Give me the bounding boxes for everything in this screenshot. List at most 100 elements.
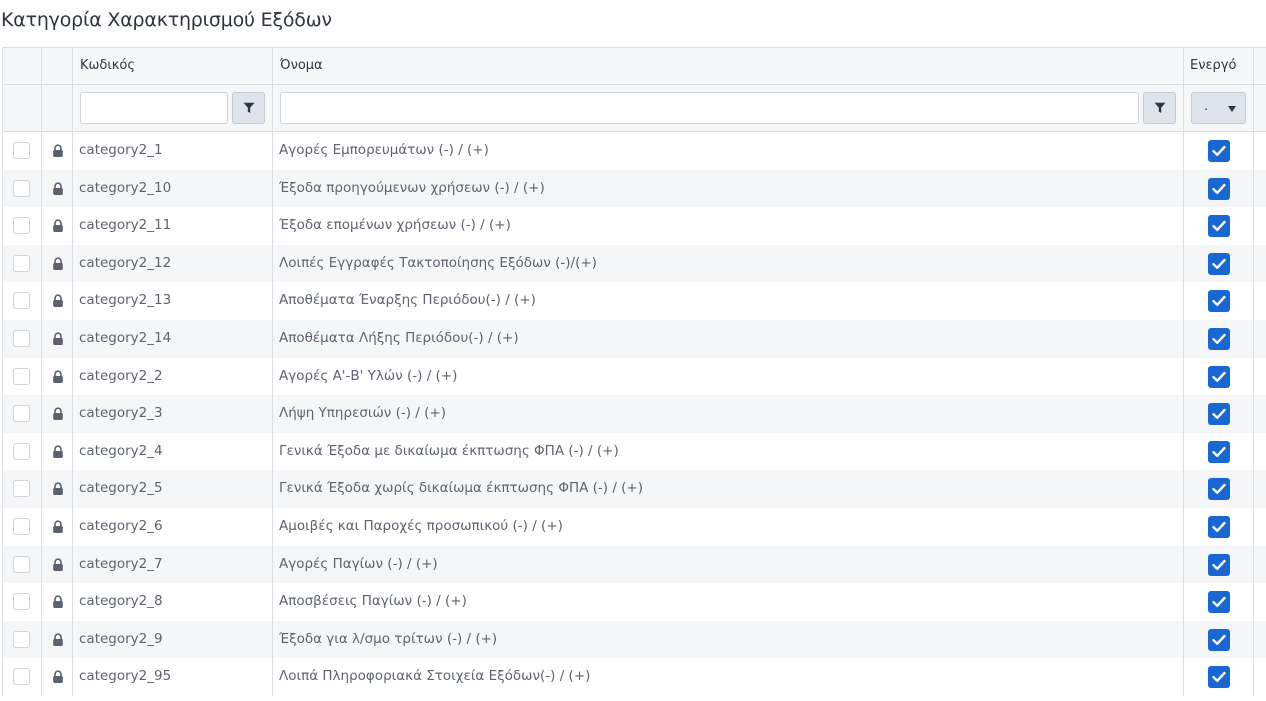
row-select-checkbox[interactable] xyxy=(13,668,30,686)
active-checkbox[interactable] xyxy=(1208,252,1230,275)
table-row[interactable]: category2_8 Αποσβέσεις Παγίων (-) / (+) xyxy=(3,583,1266,621)
row-select-checkbox[interactable] xyxy=(13,217,30,235)
row-name: Έξοδα επομένων χρήσεων (-) / (+) xyxy=(273,207,1184,245)
row-lock-cell xyxy=(42,658,73,696)
active-checkbox[interactable] xyxy=(1208,177,1230,200)
filter-lock-cell xyxy=(42,85,73,131)
row-lock-cell xyxy=(42,470,73,508)
row-name: Αμοιβές και Παροχές προσωπικού (-) / (+) xyxy=(273,507,1184,546)
row-select-checkbox[interactable] xyxy=(13,593,30,611)
active-checkbox[interactable] xyxy=(1208,403,1230,426)
active-filter-dropdown[interactable]: . xyxy=(1191,92,1246,124)
lock-icon xyxy=(53,482,63,496)
table-row[interactable]: category2_14 Αποθέματα Λήξης Περιόδου(-) … xyxy=(3,319,1266,358)
row-lock-cell xyxy=(42,583,73,621)
table-row[interactable]: category2_95 Λοιπά Πληροφοριακά Στοιχεία … xyxy=(3,658,1266,696)
row-select-checkbox[interactable] xyxy=(13,142,30,159)
row-select-checkbox[interactable] xyxy=(13,179,30,197)
active-checkbox[interactable] xyxy=(1208,553,1230,576)
active-checkbox[interactable] xyxy=(1208,215,1230,238)
row-select-checkbox[interactable] xyxy=(13,254,30,272)
lock-icon xyxy=(53,257,63,270)
active-checkbox[interactable] xyxy=(1208,666,1230,689)
lock-icon xyxy=(53,595,63,609)
row-code: category2_1 xyxy=(73,132,273,170)
active-checkbox[interactable] xyxy=(1208,515,1230,538)
row-code: category2_4 xyxy=(73,432,273,471)
table-row[interactable]: category2_7 Αγορές Παγίων (-) / (+) xyxy=(3,545,1266,584)
column-header-name[interactable]: Όνομα xyxy=(273,48,1184,84)
row-select-checkbox[interactable] xyxy=(13,555,30,573)
column-header-active[interactable]: Ενεργό xyxy=(1184,48,1254,84)
grid-header-row: Κωδικός Όνομα Ενεργό xyxy=(3,48,1266,85)
row-active-cell xyxy=(1184,395,1254,433)
row-select-checkbox[interactable] xyxy=(13,292,30,310)
row-select-cell xyxy=(3,244,42,283)
active-checkbox[interactable] xyxy=(1208,140,1230,162)
grid-body: category2_1 Αγορές Εμπορευμάτων (-) / (+)… xyxy=(3,132,1266,696)
active-checkbox[interactable] xyxy=(1208,290,1230,313)
header-select-cell xyxy=(3,48,42,84)
table-row[interactable]: category2_13 Αποθέματα Έναρξης Περιόδου(-… xyxy=(3,282,1266,320)
row-active-cell xyxy=(1184,432,1254,471)
row-active-cell xyxy=(1184,620,1254,659)
active-checkbox[interactable] xyxy=(1208,591,1230,614)
row-name: Αποθέματα Έναρξης Περιόδου(-) / (+) xyxy=(273,282,1184,320)
active-checkbox[interactable] xyxy=(1208,478,1230,501)
checkmark-icon xyxy=(1212,183,1226,194)
table-row[interactable]: category2_11 Έξοδα επομένων χρήσεων (-) /… xyxy=(3,207,1266,245)
code-filter-button[interactable] xyxy=(232,92,265,124)
row-select-checkbox[interactable] xyxy=(13,630,30,648)
table-row[interactable]: category2_10 Έξοδα προηγούμενων χρήσεων (… xyxy=(3,169,1266,208)
table-row[interactable]: category2_1 Αγορές Εμπορευμάτων (-) / (+) xyxy=(3,132,1266,170)
row-active-cell xyxy=(1184,470,1254,508)
row-name: Γενικά Έξοδα με δικαίωμα έκπτωσης ΦΠΑ (-… xyxy=(273,432,1184,471)
active-checkbox[interactable] xyxy=(1208,327,1230,350)
name-filter-input[interactable] xyxy=(280,92,1139,124)
row-name: Γενικά Έξοδα χωρίς δικαίωμα έκπτωσης ΦΠΑ… xyxy=(273,470,1184,508)
active-checkbox[interactable] xyxy=(1208,365,1230,388)
row-lock-cell xyxy=(42,319,73,358)
checkmark-icon xyxy=(1212,521,1226,532)
checkmark-icon xyxy=(1212,559,1226,570)
grid-filter-row: . xyxy=(3,85,1266,132)
row-active-cell xyxy=(1184,207,1254,245)
row-name: Λοιπές Εγγραφές Τακτοποίησης Εξόδων (-)/… xyxy=(273,244,1184,283)
name-filter-button[interactable] xyxy=(1143,92,1176,124)
row-select-checkbox[interactable] xyxy=(13,367,30,385)
checkmark-icon xyxy=(1212,145,1226,156)
caret-down-icon xyxy=(1228,106,1236,112)
row-lock-cell xyxy=(42,432,73,471)
lock-icon xyxy=(53,670,63,684)
row-select-checkbox[interactable] xyxy=(13,517,30,535)
lock-icon xyxy=(53,520,63,533)
row-lock-cell xyxy=(42,620,73,659)
column-header-code[interactable]: Κωδικός xyxy=(73,48,273,84)
table-row[interactable]: category2_6 Αμοιβές και Παροχές προσωπικο… xyxy=(3,507,1266,546)
row-active-cell xyxy=(1184,545,1254,584)
row-lock-cell xyxy=(42,507,73,546)
table-row[interactable]: category2_5 Γενικά Έξοδα χωρίς δικαίωμα έ… xyxy=(3,470,1266,508)
table-row[interactable]: category2_3 Λήψη Υπηρεσιών (-) / (+) xyxy=(3,395,1266,433)
active-checkbox[interactable] xyxy=(1208,440,1230,463)
lock-icon xyxy=(53,182,63,195)
row-select-checkbox[interactable] xyxy=(13,480,30,498)
code-filter-input[interactable] xyxy=(80,92,228,124)
row-select-checkbox[interactable] xyxy=(13,405,30,423)
row-select-checkbox[interactable] xyxy=(13,329,30,347)
checkmark-icon xyxy=(1212,484,1226,495)
checkmark-icon xyxy=(1212,596,1226,608)
table-row[interactable]: category2_9 Έξοδα για λ/σμο τρίτων (-) / … xyxy=(3,620,1266,659)
row-select-checkbox[interactable] xyxy=(13,442,30,460)
row-select-cell xyxy=(3,169,42,208)
active-checkbox[interactable] xyxy=(1208,628,1230,651)
row-active-cell xyxy=(1184,244,1254,283)
checkmark-icon xyxy=(1212,446,1226,457)
table-row[interactable]: category2_2 Αγορές Α'-Β' Υλών (-) / (+) xyxy=(3,357,1266,396)
lock-icon xyxy=(53,633,63,646)
row-active-cell xyxy=(1184,319,1254,358)
table-row[interactable]: category2_4 Γενικά Έξοδα με δικαίωμα έκπτ… xyxy=(3,432,1266,471)
row-code: category2_14 xyxy=(73,319,273,358)
table-row[interactable]: category2_12 Λοιπές Εγγραφές Τακτοποίησης… xyxy=(3,244,1266,283)
row-select-cell xyxy=(3,282,42,320)
